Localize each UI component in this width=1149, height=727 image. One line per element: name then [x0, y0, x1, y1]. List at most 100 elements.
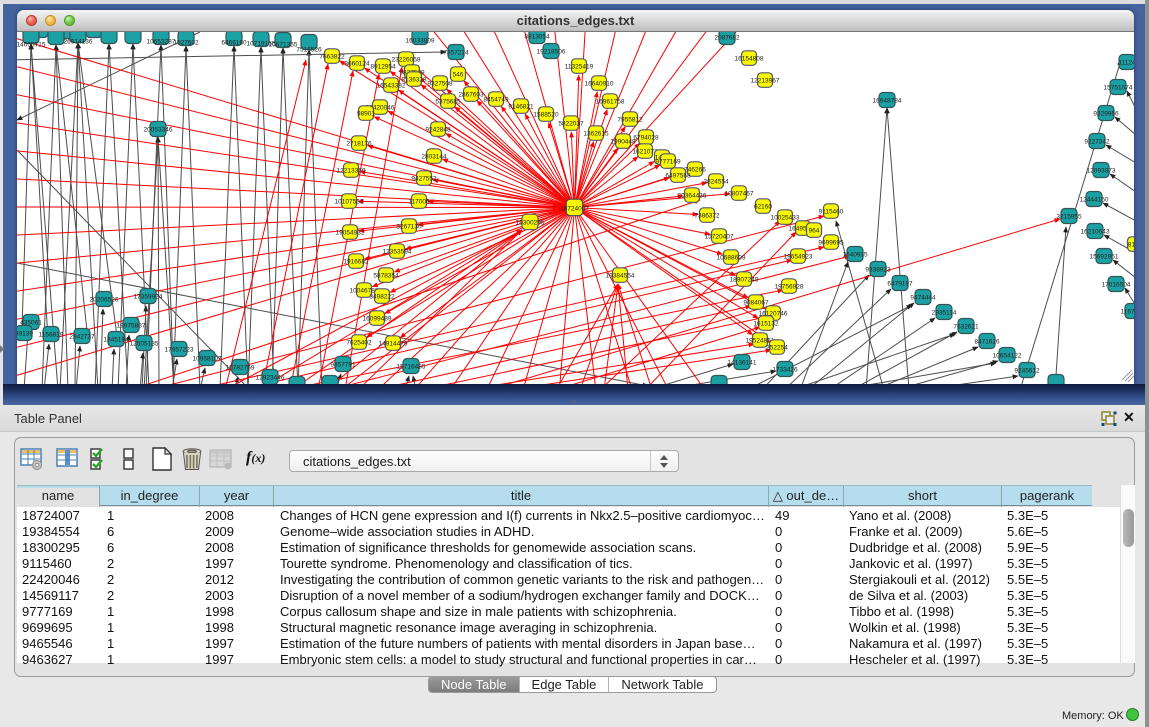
svg-text:1156819: 1156819	[39, 332, 64, 339]
svg-text:6497568: 6497568	[665, 173, 691, 180]
svg-text:9146821: 9146821	[508, 104, 534, 111]
svg-text:9427552: 9427552	[411, 176, 437, 183]
svg-text:18724007: 18724007	[560, 206, 589, 213]
svg-text:16099489: 16099489	[363, 316, 392, 323]
svg-text:12505135: 12505135	[130, 341, 159, 348]
svg-text:16210643: 16210643	[1081, 229, 1110, 236]
svg-text:18907249: 18907249	[730, 277, 759, 284]
svg-text:26914136: 26914136	[64, 39, 93, 46]
svg-text:19384554: 19384554	[606, 273, 635, 280]
svg-text:16961758: 16961758	[596, 99, 625, 106]
svg-text:8136328: 8136328	[401, 77, 427, 84]
svg-text:9857791: 9857791	[330, 362, 356, 369]
svg-text:5878354: 5878354	[373, 273, 399, 280]
svg-text:1345194: 1345194	[103, 337, 129, 344]
svg-text:17957223: 17957223	[165, 347, 194, 354]
svg-text:7386372: 7386372	[694, 213, 720, 220]
svg-text:98901: 98901	[357, 111, 375, 118]
svg-text:964: 964	[809, 228, 820, 235]
svg-text:1640935: 1640935	[842, 252, 868, 259]
svg-text:5822037: 5822037	[558, 121, 584, 128]
svg-text:3498222: 3498222	[369, 294, 395, 301]
svg-text:10807467: 10807467	[725, 191, 754, 198]
svg-text:3267130: 3267130	[396, 224, 422, 231]
svg-text:9699695: 9699695	[818, 240, 844, 247]
svg-text:2867603: 2867603	[458, 92, 484, 99]
svg-text:19218506: 19218506	[537, 49, 566, 56]
svg-text:10671355: 10671355	[269, 42, 298, 49]
svg-text:16154808: 16154808	[735, 56, 764, 63]
svg-text:11325419: 11325419	[565, 64, 594, 71]
svg-text:1615132: 1615132	[753, 321, 779, 328]
svg-text:12213369: 12213369	[337, 168, 366, 175]
svg-text:12923446: 12923446	[256, 375, 285, 382]
svg-text:16648784: 16648784	[873, 98, 902, 105]
svg-text:17359924: 17359924	[134, 294, 163, 301]
svg-text:23226058: 23226058	[392, 57, 421, 64]
svg-text:17016504: 17016504	[1102, 282, 1131, 289]
svg-text:16543382: 16543382	[377, 83, 406, 90]
svg-text:15692951: 15692951	[1090, 254, 1119, 261]
svg-text:10025433: 10025433	[771, 215, 800, 222]
svg-text:16640910: 16640910	[585, 81, 614, 88]
svg-text:9227342: 9227342	[1084, 139, 1110, 146]
svg-text:1167534: 1167534	[1121, 309, 1134, 316]
svg-text:19054932: 19054932	[336, 230, 365, 237]
svg-text:9474444: 9474444	[910, 295, 936, 302]
svg-text:12353594: 12353594	[383, 249, 412, 256]
svg-text:1916682: 1916682	[343, 259, 369, 266]
svg-text:6466160: 6466160	[221, 40, 247, 47]
svg-text:6794028: 6794028	[633, 135, 659, 142]
svg-text:252254: 252254	[766, 345, 788, 352]
svg-text:10107553: 10107553	[335, 199, 364, 206]
svg-text:2718176: 2718176	[346, 141, 372, 148]
svg-text:20206526: 20206526	[90, 297, 119, 304]
svg-text:15751074: 15751074	[1104, 85, 1133, 92]
svg-text:7955812: 7955812	[617, 117, 643, 124]
svg-text:62160: 62160	[754, 204, 772, 211]
svg-text:1733426: 1733426	[772, 367, 798, 374]
svg-text:19756928: 19756928	[775, 284, 804, 291]
svg-text:1527602: 1527602	[173, 40, 199, 47]
svg-text:8471626: 8471626	[974, 339, 1000, 346]
svg-text:12444150: 12444150	[1080, 197, 1109, 204]
svg-text:19975887: 19975887	[117, 323, 146, 330]
svg-text:7632621: 7632621	[953, 324, 979, 331]
svg-text:10654122: 10654122	[993, 353, 1022, 360]
svg-text:10958107: 10958107	[193, 356, 222, 363]
svg-text:39139: 39139	[17, 331, 33, 338]
svg-text:9245612: 9245612	[1014, 368, 1040, 375]
svg-text:1588520: 1588520	[533, 112, 559, 119]
svg-text:7357224: 7357224	[443, 50, 469, 57]
svg-text:7515526: 7515526	[296, 47, 322, 54]
svg-text:19654923: 19654923	[784, 254, 813, 261]
svg-text:16033809: 16033809	[406, 38, 435, 45]
svg-text:8813054: 8813054	[524, 34, 550, 41]
svg-text:14136141: 14136141	[728, 360, 757, 367]
svg-text:7663822: 7663822	[319, 54, 345, 61]
svg-text:9777169: 9777169	[655, 159, 681, 166]
svg-text:9084067: 9084067	[743, 300, 769, 307]
svg-text:8132: 8132	[1128, 242, 1134, 249]
svg-text:9338923: 9338923	[865, 267, 891, 274]
svg-text:15716485: 15716485	[397, 364, 426, 371]
svg-text:11124: 11124	[1118, 60, 1134, 67]
svg-text:8660124: 8660124	[344, 61, 370, 68]
svg-text:10653287: 10653287	[147, 39, 176, 46]
svg-text:1990448: 1990448	[610, 139, 636, 146]
svg-text:9327508: 9327508	[427, 81, 453, 88]
svg-text:2087682: 2087682	[714, 35, 740, 42]
svg-text:546: 546	[453, 72, 464, 79]
svg-text:18300295: 18300295	[516, 220, 545, 227]
svg-text:20364436: 20364436	[678, 193, 707, 200]
svg-text:2803144: 2803144	[421, 154, 447, 161]
svg-text:7625402: 7625402	[346, 340, 372, 347]
svg-text:3215955: 3215955	[1056, 214, 1082, 221]
svg-text:16782759: 16782759	[226, 365, 255, 372]
svg-text:12213967: 12213967	[751, 78, 780, 85]
svg-text:14914479: 14914479	[379, 341, 408, 348]
svg-text:14055715: 14055715	[17, 42, 46, 49]
svg-text:15720407: 15720407	[705, 234, 734, 241]
svg-text:9242848: 9242848	[425, 127, 451, 134]
svg-text:5375685: 5375685	[435, 99, 461, 106]
